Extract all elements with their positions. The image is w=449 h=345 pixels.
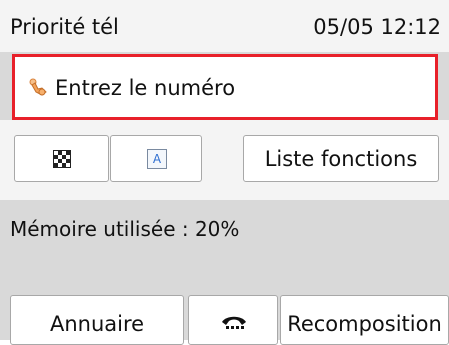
- redial-button[interactable]: Recomposition: [280, 295, 449, 345]
- status-bar: Priorité tél 05/05 12:12: [0, 0, 449, 52]
- document-a-icon: A: [147, 149, 167, 169]
- number-placeholder: Entrez le numéro: [55, 76, 236, 100]
- telephone-hook-icon: [222, 316, 246, 329]
- function-list-label: Liste fonctions: [264, 147, 418, 171]
- finger-press-icon: [29, 78, 47, 96]
- fax-screen: Priorité tél 05/05 12:12 Entrez le numér…: [0, 0, 449, 345]
- memory-usage-text: Mémoire utilisée : 20%: [10, 217, 240, 241]
- quality-settings-button[interactable]: [14, 135, 109, 182]
- scan-settings-button[interactable]: A: [110, 135, 202, 182]
- function-list-button[interactable]: Liste fonctions: [243, 135, 439, 182]
- date-time: 05/05 12:12: [313, 15, 441, 39]
- directory-button[interactable]: Annuaire: [10, 295, 184, 345]
- directory-label: Annuaire: [49, 312, 145, 336]
- redial-label: Recomposition: [287, 312, 442, 336]
- checkerboard-icon: [53, 150, 71, 168]
- hook-button[interactable]: [188, 295, 278, 345]
- memory-area: Mémoire utilisée : 20%: [0, 200, 449, 295]
- number-entry-field[interactable]: Entrez le numéro: [12, 54, 438, 120]
- toolbar-row: A Liste fonctions: [0, 120, 449, 200]
- mode-label: Priorité tél: [10, 15, 119, 39]
